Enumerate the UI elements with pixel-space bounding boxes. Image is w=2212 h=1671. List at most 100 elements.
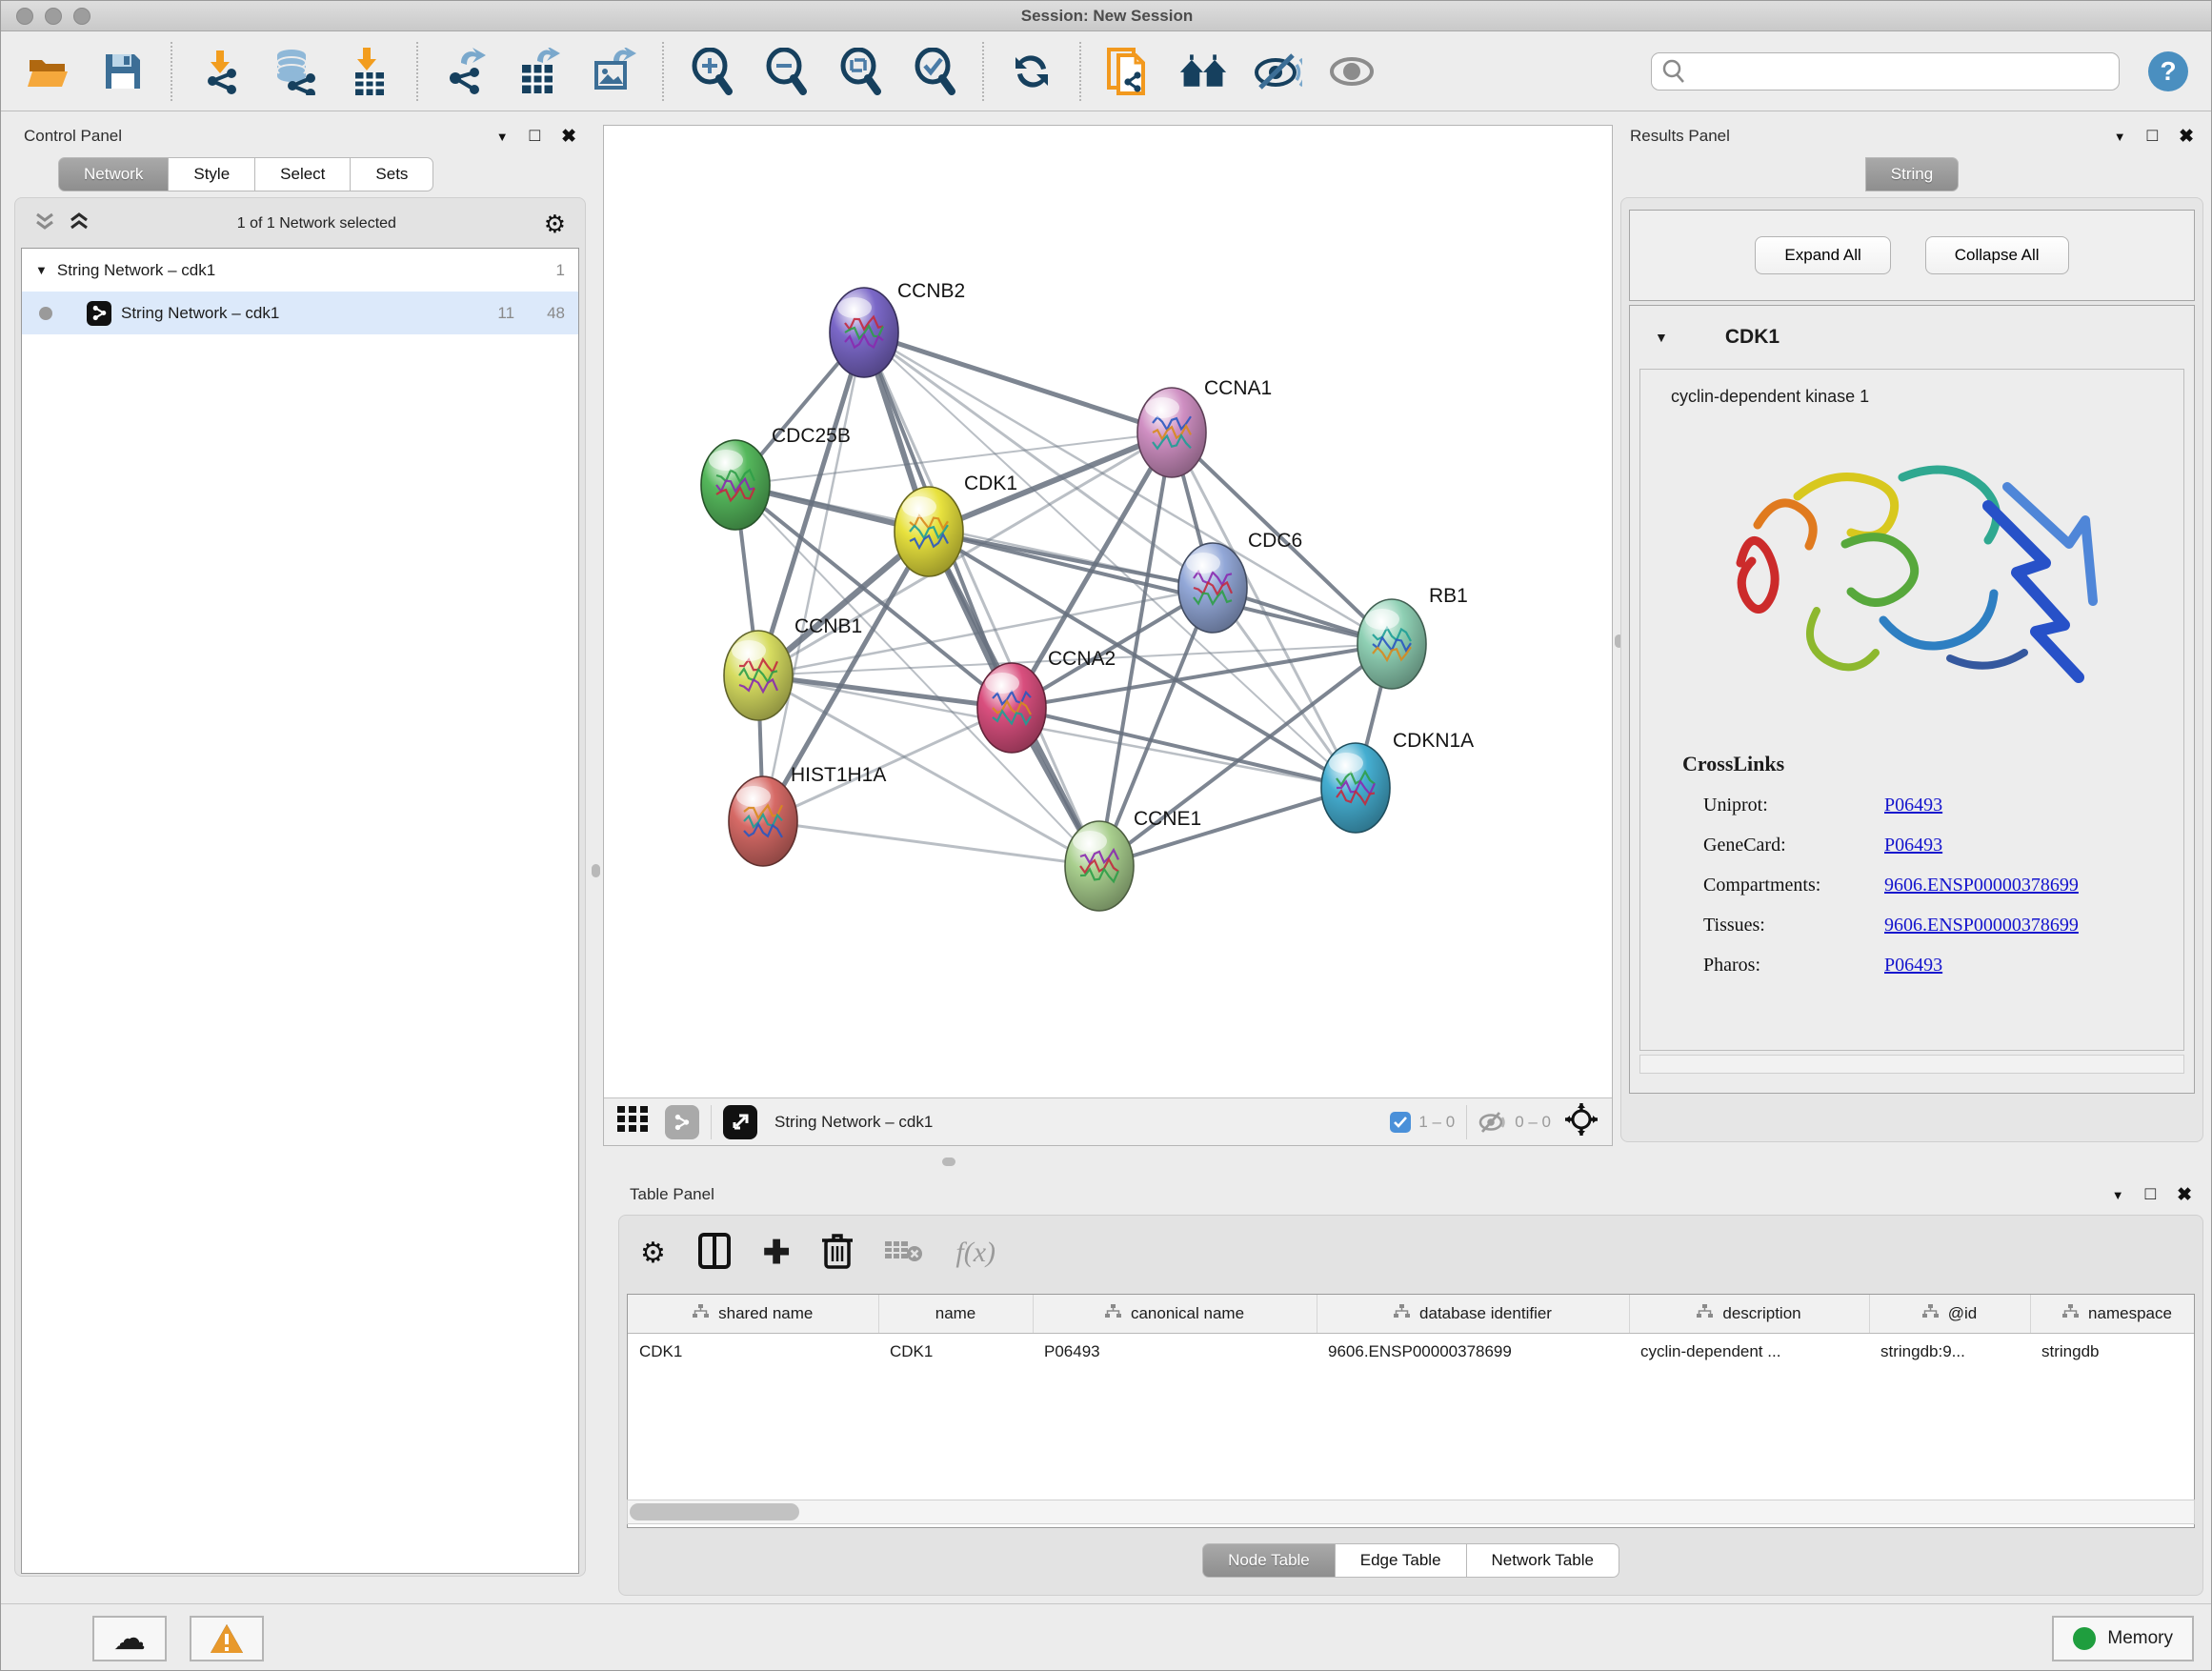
birdseye-view-icon[interactable] (723, 1105, 757, 1139)
help-button[interactable]: ? (2148, 51, 2188, 91)
zoom-fit-button[interactable] (835, 47, 885, 96)
edge-CCNB1-CCNA2[interactable] (758, 675, 1012, 708)
edge-CCNA2-CDKN1A[interactable] (1012, 708, 1356, 788)
import-table-button[interactable] (344, 47, 393, 96)
crosslink-link[interactable]: P06493 (1884, 795, 1942, 816)
edge-HIST1H1A-CCNE1[interactable] (763, 821, 1099, 866)
node-CDKN1A[interactable]: CDKN1A (1321, 730, 1474, 833)
tab-string[interactable]: String (1865, 157, 1959, 191)
column-header-name[interactable]: name (878, 1295, 1033, 1333)
export-network-button[interactable] (441, 47, 491, 96)
tab-select[interactable]: Select (255, 157, 351, 191)
control-panel-close-button[interactable]: ✖ (561, 126, 576, 148)
node-CDC25B[interactable]: CDC25B (701, 425, 851, 530)
expand-all-button[interactable]: Expand All (1755, 236, 1890, 274)
table-panel-float-button[interactable]: □ (2145, 1184, 2156, 1205)
table-cell[interactable]: 9606.ENSP00000378699 (1317, 1333, 1629, 1371)
network-view-type-icon[interactable] (665, 1105, 699, 1139)
protein-structure-image (1702, 420, 2122, 735)
export-image-button[interactable] (590, 47, 639, 96)
network-collection-row[interactable]: ▼ String Network – cdk1 1 (22, 249, 578, 292)
delete-table-icon[interactable] (885, 1238, 923, 1269)
zoom-out-button[interactable] (761, 47, 811, 96)
zoom-selected-button[interactable] (910, 47, 959, 96)
export-table-button[interactable] (515, 47, 565, 96)
crosslink-link[interactable]: 9606.ENSP00000378699 (1884, 915, 2079, 936)
column-header-canonical-name[interactable]: canonical name (1033, 1295, 1317, 1333)
import-network-button[interactable] (195, 47, 245, 96)
zoom-in-button[interactable] (687, 47, 736, 96)
network-canvas[interactable]: CCNB2CCNA1CDC25BCDK1CDC6RB1CCNB1CCNA2CDK… (604, 126, 1612, 1097)
delete-columns-icon[interactable] (822, 1233, 853, 1274)
scrollbar-thumb[interactable] (630, 1503, 799, 1520)
results-panel-menu-button[interactable]: ▼ (2114, 130, 2126, 144)
open-session-button[interactable] (24, 47, 73, 96)
network-options-gear-icon[interactable]: ⚙ (544, 210, 566, 239)
collection-expand-icon[interactable]: ▼ (35, 263, 48, 277)
cloud-status-button[interactable]: ☁ (92, 1616, 167, 1661)
collapse-all-button[interactable]: Collapse All (1925, 236, 2069, 274)
crosslink-link[interactable]: P06493 (1884, 835, 1942, 856)
function-builder-icon[interactable]: f(x) (955, 1237, 995, 1269)
table-cell[interactable]: P06493 (1033, 1333, 1317, 1371)
crosslink-link[interactable]: 9606.ENSP00000378699 (1884, 875, 2079, 896)
control-panel-menu-button[interactable]: ▼ (496, 130, 509, 144)
search-box[interactable] (1651, 52, 2120, 91)
show-columns-icon[interactable] (698, 1233, 731, 1274)
search-input[interactable] (1686, 61, 2109, 82)
tab-node-table[interactable]: Node Table (1202, 1543, 1336, 1578)
memory-button[interactable]: Memory (2052, 1616, 2194, 1661)
apply-layout-button[interactable] (1007, 47, 1056, 96)
control-panel-float-button[interactable]: □ (530, 126, 540, 147)
bottom-splitter-handle[interactable] (942, 1158, 955, 1166)
hide-details-button[interactable] (1253, 47, 1302, 96)
table-cell[interactable]: stringdb:9... (1869, 1333, 2030, 1371)
column-header-description[interactable]: description (1629, 1295, 1869, 1333)
home-networks-button[interactable] (1178, 47, 1228, 96)
tab-sets[interactable]: Sets (351, 157, 433, 191)
edge-CCNB2-RB1[interactable] (864, 332, 1392, 644)
table-row[interactable]: CDK1CDK1P064939606.ENSP00000378699cyclin… (628, 1333, 2195, 1371)
results-panel-close-button[interactable]: ✖ (2179, 126, 2194, 148)
table-cell[interactable]: cyclin-dependent ... (1629, 1333, 1869, 1371)
table-cell[interactable]: CDK1 (628, 1333, 878, 1371)
column-header-@id[interactable]: @id (1869, 1295, 2030, 1333)
save-session-button[interactable] (98, 47, 148, 96)
create-column-icon[interactable]: ✚ (763, 1234, 791, 1272)
node-table[interactable]: shared namenamecanonical namedatabase id… (627, 1294, 2195, 1528)
column-header-namespace[interactable]: namespace (2030, 1295, 2195, 1333)
table-cell[interactable]: CDK1 (878, 1333, 1033, 1371)
tab-style[interactable]: Style (169, 157, 255, 191)
table-horizontal-scrollbar[interactable] (627, 1500, 2195, 1524)
results-panel-float-button[interactable]: □ (2147, 126, 2158, 147)
tab-edge-table[interactable]: Edge Table (1336, 1543, 1467, 1578)
warnings-button[interactable] (190, 1616, 264, 1661)
column-header-database-identifier[interactable]: database identifier (1317, 1295, 1629, 1333)
table-cell[interactable]: stringdb (2030, 1333, 2195, 1371)
node-RB1[interactable]: RB1 (1357, 585, 1468, 689)
edge-CCNB2-CCNA1[interactable] (864, 332, 1172, 433)
string-import-button[interactable] (1104, 47, 1154, 96)
edge-CCNB2-CCNE1[interactable] (864, 332, 1099, 866)
tab-network-table[interactable]: Network Table (1467, 1543, 1619, 1578)
fit-content-crosshair-icon[interactable] (1564, 1102, 1599, 1141)
expand-all-networks-icon[interactable] (69, 212, 90, 235)
table-panel-menu-button[interactable]: ▼ (2112, 1188, 2124, 1202)
collapse-all-networks-icon[interactable] (34, 212, 55, 235)
grid-view-icon[interactable] (617, 1105, 650, 1138)
column-header-shared-name[interactable]: shared name (628, 1295, 878, 1333)
network-row[interactable]: String Network – cdk1 11 48 (22, 292, 578, 334)
gene-expand-icon[interactable]: ▼ (1655, 330, 1668, 345)
left-splitter-handle[interactable] (592, 864, 600, 877)
show-details-button[interactable] (1327, 47, 1377, 96)
tab-network[interactable]: Network (58, 157, 169, 191)
table-panel-close-button[interactable]: ✖ (2177, 1184, 2192, 1206)
selected-checkbox-icon[interactable] (1390, 1112, 1411, 1133)
import-network-from-database-button[interactable] (270, 47, 319, 96)
node-CCNE1[interactable]: CCNE1 (1065, 808, 1201, 911)
results-scroll-strip[interactable] (1639, 1055, 2184, 1074)
crosslink-link[interactable]: P06493 (1884, 955, 1942, 976)
crosslink-label: Uniprot: (1703, 795, 1884, 816)
table-options-gear-icon[interactable]: ⚙ (640, 1237, 666, 1270)
node-HIST1H1A[interactable]: HIST1H1A (729, 764, 886, 866)
